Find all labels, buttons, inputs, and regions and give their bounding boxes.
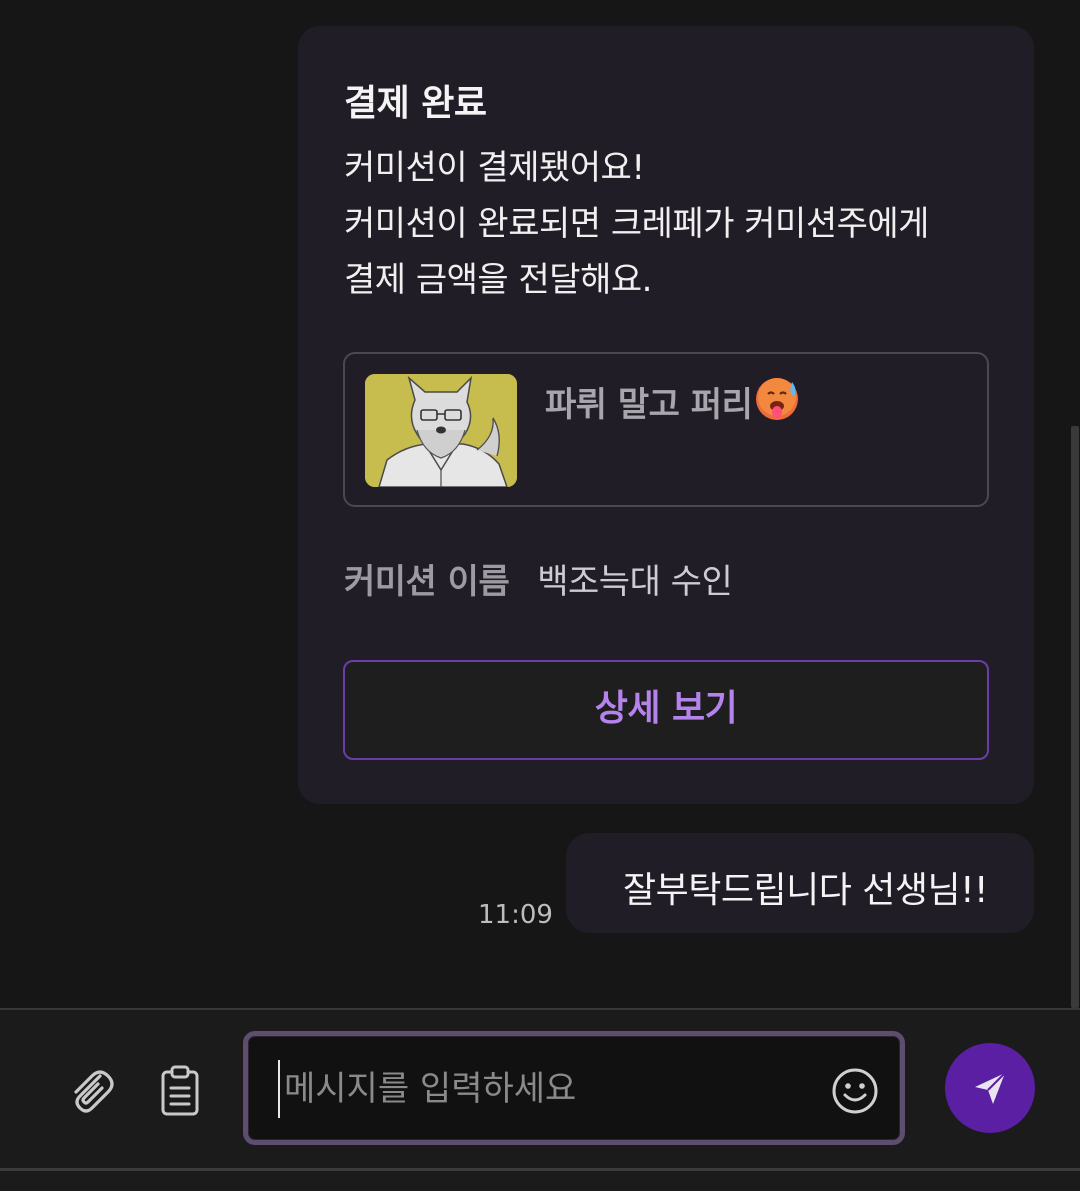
send-icon bbox=[975, 1072, 1006, 1104]
sent-message-bubble[interactable]: 잘부탁드립니다 선생님!! bbox=[566, 833, 1034, 933]
card-body-line: 결제 금액을 전달해요. bbox=[344, 260, 652, 300]
chat-scrollbar-thumb[interactable] bbox=[1071, 426, 1079, 1008]
chat-scrollbar[interactable] bbox=[1070, 426, 1080, 1008]
card-title: 결제 완료 bbox=[344, 83, 487, 124]
artist-name: 파뤼 말고 퍼리 bbox=[545, 376, 800, 431]
hot-face-emoji-icon bbox=[754, 376, 800, 431]
chat-area[interactable]: 결제 완료 커미션이 결제됐어요! 커미션이 완료되면 크레페가 커미션주에게 … bbox=[0, 0, 1080, 1008]
message-input-container[interactable] bbox=[243, 1031, 905, 1145]
commission-info-row: 커미션 이름 백조늑대 수인 bbox=[344, 554, 733, 603]
message-timestamp: 11:09 bbox=[478, 900, 553, 930]
smiley-icon[interactable] bbox=[830, 1066, 880, 1116]
card-body-line: 커미션이 완료되면 크레페가 커미션주에게 bbox=[344, 204, 929, 244]
card-body-line: 커미션이 결제됐어요! bbox=[344, 148, 645, 188]
card-body: 커미션이 결제됐어요! 커미션이 완료되면 크레페가 커미션주에게 결제 금액을… bbox=[344, 140, 1004, 308]
commission-name-value: 백조늑대 수인 bbox=[537, 562, 733, 602]
send-button[interactable] bbox=[945, 1043, 1035, 1133]
sent-message-text: 잘부탁드립니다 선생님!! bbox=[622, 870, 989, 911]
clipboard-icon[interactable] bbox=[154, 1062, 206, 1118]
payment-complete-card: 결제 완료 커미션이 결제됐어요! 커미션이 완료되면 크레페가 커미션주에게 … bbox=[298, 26, 1034, 804]
message-input[interactable] bbox=[278, 1060, 826, 1118]
wolf-portrait-thumbnail bbox=[365, 374, 517, 487]
artist-name-text: 파뤼 말고 퍼리 bbox=[545, 385, 753, 425]
bottom-divider bbox=[0, 1168, 1080, 1191]
paperclip-icon[interactable] bbox=[62, 1062, 118, 1118]
commission-name-label: 커미션 이름 bbox=[344, 562, 510, 602]
artist-profile-box[interactable]: 파뤼 말고 퍼리 bbox=[343, 352, 989, 507]
view-details-button[interactable]: 상세 보기 bbox=[343, 660, 989, 760]
